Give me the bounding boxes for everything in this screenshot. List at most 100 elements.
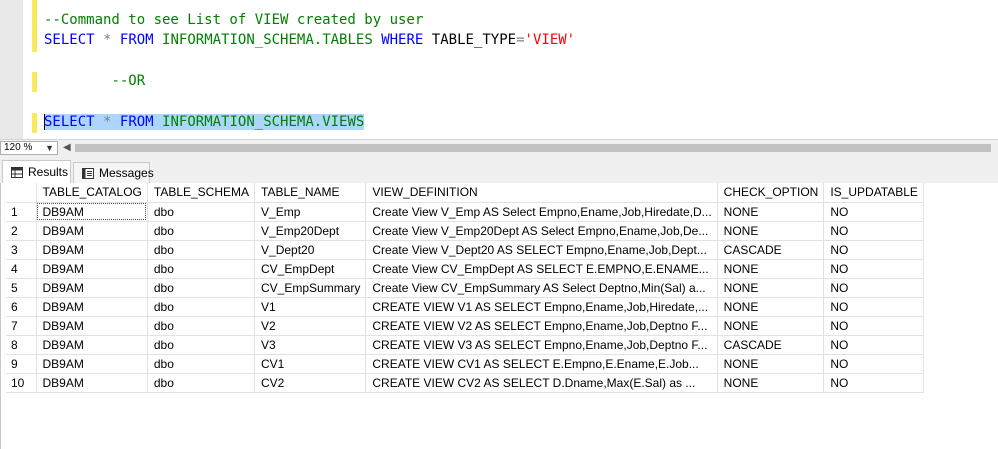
table-cell[interactable]: NONE (717, 373, 825, 393)
table-cell[interactable]: CREATE VIEW V3 AS SELECT Empno,Ename,Job… (365, 335, 718, 355)
table-cell[interactable]: DB9AM (36, 259, 148, 279)
table-cell[interactable]: DB9AM (36, 335, 148, 355)
row-number[interactable]: 10 (6, 373, 37, 393)
table-cell[interactable]: NONE (717, 202, 825, 222)
tab-messages[interactable]: Messages (73, 162, 154, 183)
table-cell[interactable]: CV1 (254, 354, 367, 374)
table-row[interactable]: 2 DB9AM dbo V_Emp20Dept Create View V_Em… (6, 221, 924, 241)
column-header-table-name[interactable]: TABLE_NAME (254, 183, 367, 203)
scroll-left-icon[interactable]: ◀ (63, 141, 71, 155)
table-cell[interactable]: V_Dept20 (254, 240, 367, 260)
table-cell[interactable]: DB9AM (36, 297, 148, 317)
table-cell[interactable]: DB9AM (36, 221, 148, 241)
table-row[interactable]: 10 DB9AM dbo CV2 CREATE VIEW CV2 AS SELE… (6, 373, 924, 393)
table-cell[interactable]: dbo (147, 316, 256, 336)
column-header-check-option[interactable]: CHECK_OPTION (717, 183, 825, 203)
table-cell[interactable]: dbo (147, 259, 256, 279)
table-cell[interactable]: CREATE VIEW CV1 AS SELECT E.Empno,E.Enam… (365, 354, 718, 374)
table-row[interactable]: 6 DB9AM dbo V1 CREATE VIEW V1 AS SELECT … (6, 297, 924, 317)
table-cell[interactable]: V3 (254, 335, 367, 355)
table-cell[interactable]: Create View CV_EmpSummary AS Select Dept… (365, 278, 718, 298)
table-cell[interactable]: NO (823, 221, 924, 241)
table-cell[interactable]: CASCADE (717, 240, 825, 260)
table-cell[interactable]: CASCADE (717, 335, 825, 355)
table-cell[interactable]: NO (823, 240, 924, 260)
table-cell[interactable]: dbo (147, 354, 256, 374)
table-row[interactable]: 9 DB9AM dbo CV1 CREATE VIEW CV1 AS SELEC… (6, 354, 924, 374)
code-line-4[interactable]: SELECT * FROM INFORMATION_SCHEMA.VIEWS (44, 112, 365, 132)
zoom-select[interactable]: 120 % ▼ (0, 141, 58, 155)
table-cell[interactable]: dbo (147, 221, 256, 241)
row-number[interactable]: 4 (6, 259, 37, 279)
table-cell[interactable]: DB9AM (36, 354, 148, 374)
row-number[interactable]: 7 (6, 316, 37, 336)
table-cell[interactable]: CREATE VIEW CV2 AS SELECT D.Dname,Max(E.… (365, 373, 718, 393)
column-header-is-updatable[interactable]: IS_UPDATABLE (823, 183, 924, 203)
table-row[interactable]: 4 DB9AM dbo CV_EmpDept Create View CV_Em… (6, 259, 924, 279)
table-cell[interactable]: V_Emp20Dept (254, 221, 367, 241)
table-cell[interactable]: DB9AM (36, 278, 148, 298)
row-number[interactable]: 8 (6, 335, 37, 355)
table-cell[interactable]: dbo (147, 297, 256, 317)
table-cell[interactable]: NO (823, 259, 924, 279)
grid-header-row: TABLE_CATALOG TABLE_SCHEMA TABLE_NAME VI… (6, 183, 924, 203)
table-cell[interactable]: NO (823, 202, 924, 222)
query-editor[interactable]: --Command to see List of VIEW created by… (0, 0, 998, 139)
table-cell[interactable]: DB9AM (36, 240, 148, 260)
table-cell[interactable]: Create View V_Emp AS Select Empno,Ename,… (365, 202, 718, 222)
table-cell[interactable]: CREATE VIEW V1 AS SELECT Empno,Ename,Job… (365, 297, 718, 317)
table-cell[interactable]: NONE (717, 221, 825, 241)
table-cell[interactable]: CV_EmpSummary (254, 278, 367, 298)
results-grid[interactable]: TABLE_CATALOG TABLE_SCHEMA TABLE_NAME VI… (6, 183, 924, 393)
table-cell[interactable]: V1 (254, 297, 367, 317)
text-selection: SELECT * FROM INFORMATION_SCHEMA.VIEWS (44, 114, 365, 130)
table-cell[interactable]: CREATE VIEW V2 AS SELECT Empno,Ename,Job… (365, 316, 718, 336)
code-line-1[interactable]: --Command to see List of VIEW created by… (44, 10, 423, 30)
table-row[interactable]: 3 DB9AM dbo V_Dept20 Create View V_Dept2… (6, 240, 924, 260)
table-row[interactable]: 7 DB9AM dbo V2 CREATE VIEW V2 AS SELECT … (6, 316, 924, 336)
table-row[interactable]: 5 DB9AM dbo CV_EmpSummary Create View CV… (6, 278, 924, 298)
table-cell[interactable]: NO (823, 354, 924, 374)
table-cell[interactable]: Create View V_Dept20 AS SELECT Empno,Ena… (365, 240, 718, 260)
table-cell[interactable]: NONE (717, 354, 825, 374)
tab-results[interactable]: Results (2, 160, 71, 184)
horizontal-scrollbar[interactable] (75, 144, 991, 152)
table-cell[interactable]: NO (823, 316, 924, 336)
table-cell[interactable]: DB9AM (36, 316, 148, 336)
table-cell[interactable]: NONE (717, 297, 825, 317)
column-header-table-catalog[interactable]: TABLE_CATALOG (36, 183, 148, 203)
row-number[interactable]: 6 (6, 297, 37, 317)
column-header-view-definition[interactable]: VIEW_DEFINITION (365, 183, 718, 203)
row-number[interactable]: 2 (6, 221, 37, 241)
table-cell[interactable]: dbo (147, 373, 256, 393)
table-cell[interactable]: Create View CV_EmpDept AS SELECT E.EMPNO… (365, 259, 718, 279)
column-header-table-schema[interactable]: TABLE_SCHEMA (147, 183, 256, 203)
table-cell[interactable]: NO (823, 373, 924, 393)
row-number[interactable]: 3 (6, 240, 37, 260)
table-cell[interactable]: CV_EmpDept (254, 259, 367, 279)
table-cell[interactable]: DB9AM (36, 373, 148, 393)
table-cell[interactable]: dbo (147, 202, 256, 222)
table-cell[interactable]: NONE (717, 259, 825, 279)
table-cell[interactable]: dbo (147, 240, 256, 260)
table-row[interactable]: 1 DB9AM dbo V_Emp Create View V_Emp AS S… (6, 202, 924, 222)
table-cell[interactable]: NONE (717, 316, 825, 336)
table-cell[interactable]: V2 (254, 316, 367, 336)
code-line-2[interactable]: SELECT * FROM INFORMATION_SCHEMA.TABLES … (44, 30, 575, 50)
table-cell[interactable]: V_Emp (254, 202, 367, 222)
table-cell[interactable]: dbo (147, 278, 256, 298)
table-cell[interactable]: NO (823, 278, 924, 298)
row-number[interactable]: 5 (6, 278, 37, 298)
table-cell[interactable]: DB9AM (36, 202, 148, 222)
row-number[interactable]: 9 (6, 354, 37, 374)
table-cell[interactable]: dbo (147, 335, 256, 355)
table-cell[interactable]: Create View V_Emp20Dept AS Select Empno,… (365, 221, 718, 241)
table-cell[interactable]: NONE (717, 278, 825, 298)
table-row[interactable]: 8 DB9AM dbo V3 CREATE VIEW V3 AS SELECT … (6, 335, 924, 355)
table-cell[interactable]: NO (823, 335, 924, 355)
code-line-3[interactable]: --OR (44, 71, 145, 91)
table-cell[interactable]: CV2 (254, 373, 367, 393)
messages-icon (82, 167, 94, 179)
row-number[interactable]: 1 (6, 202, 37, 222)
table-cell[interactable]: NO (823, 297, 924, 317)
